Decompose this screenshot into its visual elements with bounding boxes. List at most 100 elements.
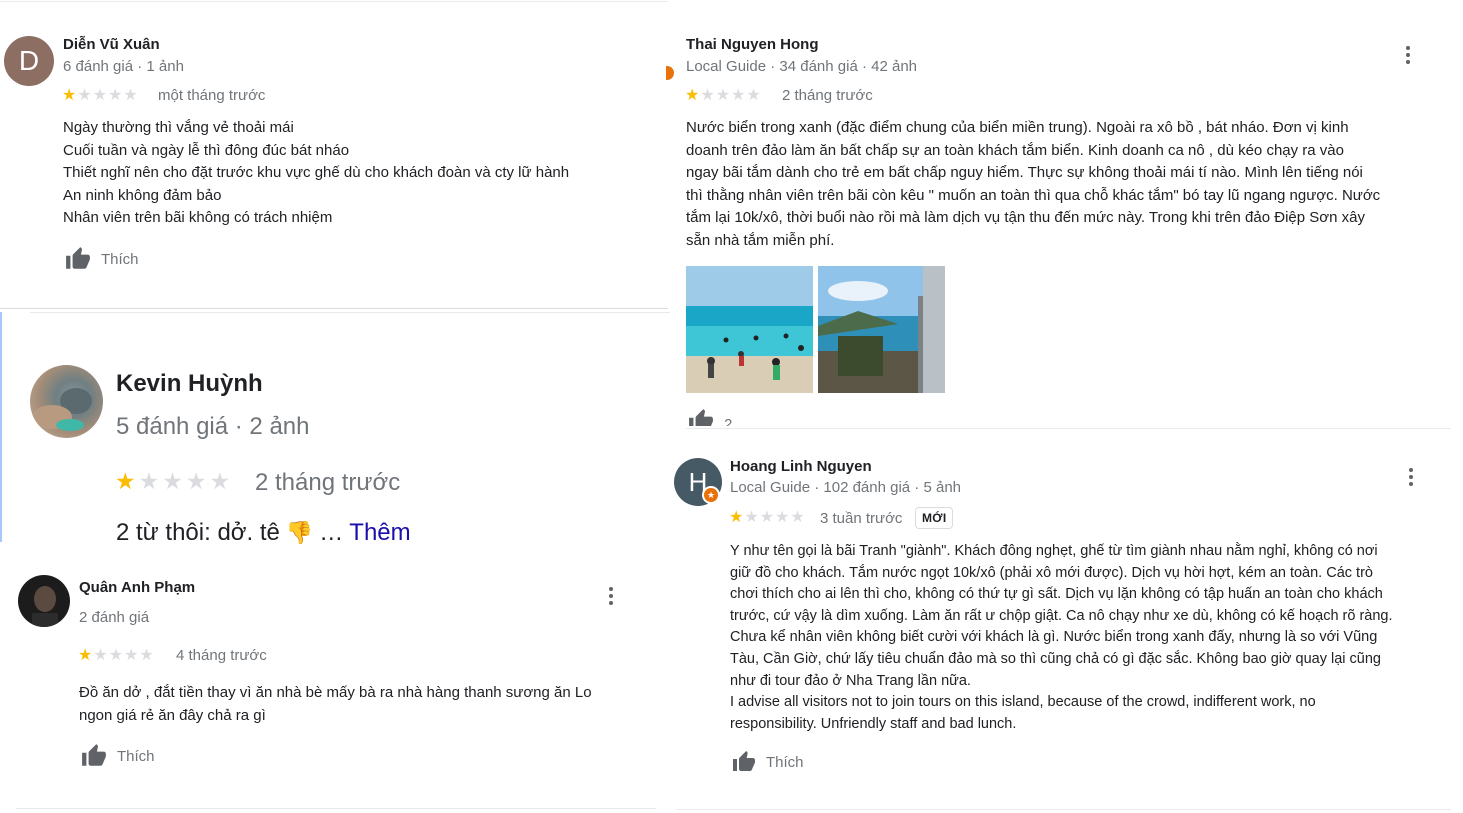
review-line: responsibility. Unfriendly staff and bad… bbox=[730, 715, 1017, 732]
like-label: Thích bbox=[101, 250, 139, 268]
star-rating: ★ ★ ★ ★ ★ bbox=[729, 510, 805, 526]
review-line: trước, cứ vậy là dìm xuống. Làm ăn rất ư… bbox=[730, 607, 1393, 624]
review-photo[interactable] bbox=[686, 266, 813, 393]
review-date: 2 tháng trước bbox=[782, 87, 873, 104]
like-button[interactable]: Thích bbox=[63, 246, 139, 272]
review-line: Cuối tuần và ngày lễ thì đông đúc bát nh… bbox=[63, 141, 350, 159]
more-link[interactable]: Thêm bbox=[349, 519, 410, 547]
review-line: Tàu, Cần Giờ, chứ lấy tiêu chuẩn đảo mà … bbox=[730, 650, 1381, 667]
review-line: doanh trên đảo làm ăn bất chấp sự an toà… bbox=[686, 141, 1344, 159]
thumbs-up-icon bbox=[689, 409, 713, 426]
star-rating: ★ ★ ★ ★ ★ bbox=[78, 648, 154, 664]
star-empty-icon: ★ bbox=[93, 647, 108, 664]
review-divider bbox=[0, 308, 668, 309]
star-filled-icon: ★ bbox=[729, 509, 744, 526]
reviewer-meta: 6 đánh giá · 1 ảnh bbox=[63, 58, 184, 75]
review-text: Nước biển trong xanh (đặc điểm chung của… bbox=[686, 117, 1380, 252]
avatar-photo bbox=[32, 388, 92, 431]
focus-bar bbox=[0, 312, 2, 542]
review-line: Đồ ăn dở , đắt tiền thay vì ăn nhà bè mấ… bbox=[79, 684, 592, 701]
review-line: giữ đồ cho khách. Tắm nước ngọt 10k/xô (… bbox=[730, 564, 1373, 581]
review-date: 3 tuần trước bbox=[820, 510, 903, 527]
star-rating: ★ ★ ★ ★ ★ bbox=[115, 470, 230, 493]
reviewer-meta: Local Guide · 34 đánh giá · 42 ảnh bbox=[686, 58, 917, 75]
review-text: 2 từ thôi: dở. tê bbox=[116, 519, 280, 546]
review-line: Nhân viên trên bãi không có trách nhiệm bbox=[63, 209, 333, 226]
review-divider bbox=[16, 808, 656, 809]
star-empty-icon: ★ bbox=[731, 87, 746, 104]
more-vert-icon[interactable] bbox=[1398, 43, 1418, 67]
review-divider bbox=[30, 312, 670, 313]
review-line: ngon giá rẻ ăn đây chả ra gì bbox=[79, 706, 266, 724]
review-snippet: 2 từ thôi: dở. tê 👎 … Thêm bbox=[116, 519, 411, 547]
thumbs-up-icon bbox=[66, 247, 90, 269]
reviewer-name[interactable]: Diễn Vũ Xuân bbox=[63, 36, 160, 53]
thumbs-up-icon bbox=[82, 744, 106, 766]
star-empty-icon: ★ bbox=[123, 87, 138, 104]
like-label: Thích bbox=[117, 747, 155, 765]
like-label: Thích bbox=[766, 753, 804, 771]
more-vert-icon[interactable] bbox=[601, 584, 621, 608]
star-empty-icon: ★ bbox=[77, 87, 92, 104]
star-empty-icon: ★ bbox=[775, 509, 790, 526]
reviewer-name[interactable]: Thai Nguyen Hong bbox=[686, 36, 819, 53]
star-empty-icon: ★ bbox=[185, 468, 207, 494]
like-button[interactable]: Thích bbox=[79, 743, 155, 769]
reviewer-meta: 2 đánh giá bbox=[79, 609, 150, 626]
beach-photo bbox=[686, 266, 813, 393]
review-text: Ngày thường thì vắng vẻ thoải mái Cuối t… bbox=[63, 117, 569, 230]
star-empty-icon: ★ bbox=[746, 87, 761, 104]
avatar[interactable] bbox=[30, 365, 103, 438]
avatar[interactable] bbox=[18, 575, 70, 627]
reviewer-meta: 5 đánh giá · 2 ảnh bbox=[116, 413, 310, 440]
review-line: như đi tour đảo ở Nha Trang lần nữa. bbox=[730, 672, 971, 689]
review-line: sẵn nhà tắm miễn phí. bbox=[686, 231, 835, 249]
reviewer-name[interactable]: Quân Anh Phạm bbox=[79, 579, 195, 596]
like-button[interactable]: 2 bbox=[686, 408, 746, 426]
review-photo[interactable] bbox=[818, 266, 945, 393]
review-text: Y như tên gọi là bãi Tranh "giành". Khác… bbox=[730, 541, 1393, 735]
review-date: 4 tháng trước bbox=[176, 647, 267, 664]
new-badge: MỚI bbox=[915, 507, 954, 529]
avatar-photo bbox=[32, 586, 58, 627]
more-vert-icon[interactable] bbox=[1401, 465, 1421, 489]
star-filled-icon: ★ bbox=[62, 87, 77, 104]
review-date: một tháng trước bbox=[158, 87, 266, 104]
star-empty-icon: ★ bbox=[759, 509, 775, 526]
review-line: chơi thích cho ai lên thì cho, không có … bbox=[730, 586, 1383, 603]
star-empty-icon: ★ bbox=[108, 647, 124, 664]
avatar[interactable]: D bbox=[4, 36, 54, 86]
review-line: Thiết nghĩ nên cho đặt trước khu vực ghế… bbox=[63, 164, 570, 181]
star-filled-icon: ★ bbox=[115, 468, 136, 494]
star-filled-icon: ★ bbox=[78, 647, 93, 664]
review-line: Chưa kể nhân viên không biết cười với kh… bbox=[730, 629, 1378, 646]
review-line: Nước biển trong xanh (đặc điểm chung của… bbox=[686, 119, 1349, 136]
review-line: ngay bãi tắm dành cho trẻ em bất chấp ng… bbox=[686, 164, 1363, 181]
review-divider bbox=[686, 428, 1451, 429]
like-count: 2 bbox=[724, 416, 733, 426]
star-empty-icon: ★ bbox=[790, 509, 805, 526]
review-line: tắm lại 10k/xô, thời buổi nào rồi mà làm… bbox=[686, 209, 1365, 226]
star-empty-icon: ★ bbox=[715, 87, 731, 104]
review-text: Đồ ăn dở , đắt tiền thay vì ăn nhà bè mấ… bbox=[79, 682, 592, 727]
review-divider bbox=[676, 809, 1451, 810]
review-line: thì thằng nhân viên trên bãi còn kêu " m… bbox=[686, 186, 1381, 204]
thumbs-down-emoji: 👎 bbox=[285, 520, 314, 545]
star-rating: ★ ★ ★ ★ ★ bbox=[685, 88, 761, 104]
star-empty-icon: ★ bbox=[108, 87, 123, 104]
reviewer-name[interactable]: Kevin Huỳnh bbox=[116, 370, 263, 398]
review-line: An ninh không đảm bảo bbox=[63, 186, 222, 204]
review-line: I advise all visitors not to join tours … bbox=[730, 694, 1316, 711]
star-filled-icon: ★ bbox=[685, 87, 700, 104]
reviewer-name[interactable]: Hoang Linh Nguyen bbox=[730, 458, 872, 475]
local-guide-badge bbox=[666, 66, 674, 82]
like-button[interactable]: Thích bbox=[730, 750, 804, 774]
star-empty-icon: ★ bbox=[124, 647, 139, 664]
star-empty-icon: ★ bbox=[138, 468, 160, 494]
review-date: 2 tháng trước bbox=[255, 469, 401, 496]
star-empty-icon: ★ bbox=[92, 87, 108, 104]
thumbs-up-icon bbox=[733, 751, 755, 771]
star-empty-icon: ★ bbox=[162, 468, 183, 494]
review-line: Y như tên gọi là bãi Tranh "giành". Khác… bbox=[730, 543, 1378, 559]
star-empty-icon: ★ bbox=[139, 647, 154, 664]
